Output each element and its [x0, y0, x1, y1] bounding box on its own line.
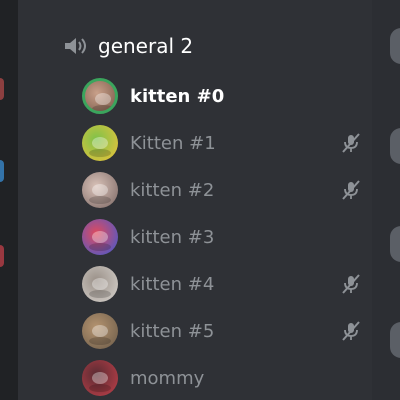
- avatar[interactable]: [390, 128, 400, 164]
- server-indicator: [0, 245, 4, 267]
- avatar-highlight: [92, 325, 108, 337]
- avatar-shade: [89, 196, 111, 204]
- avatar-highlight: [92, 231, 108, 243]
- avatar: [82, 266, 118, 302]
- voice-channel[interactable]: general 2: [62, 30, 193, 62]
- avatar-shade: [89, 149, 111, 157]
- avatar-highlight: [92, 137, 108, 149]
- voice-user-row[interactable]: kitten #2: [82, 170, 362, 210]
- voice-user-row[interactable]: kitten #3: [82, 217, 362, 257]
- mic-muted-icon: [340, 320, 362, 342]
- username: Kitten #1: [130, 132, 216, 154]
- avatar-highlight: [95, 93, 111, 105]
- avatar: [82, 313, 118, 349]
- avatar-shade: [89, 290, 111, 298]
- avatar: [82, 78, 118, 114]
- server-indicator: [0, 78, 4, 100]
- mic-muted-icon: [340, 179, 362, 201]
- avatar: [82, 125, 118, 161]
- avatar[interactable]: [390, 226, 400, 262]
- avatar-shade: [89, 337, 111, 345]
- avatar: [82, 219, 118, 255]
- voice-user-row[interactable]: Kitten #1: [82, 123, 362, 163]
- username: kitten #2: [130, 179, 215, 201]
- username: kitten #4: [130, 273, 215, 295]
- avatar[interactable]: [390, 322, 400, 358]
- username: kitten #5: [130, 320, 215, 342]
- mic-muted-icon: [340, 132, 362, 154]
- voice-user-row[interactable]: kitten #4: [82, 264, 362, 304]
- settings-icon[interactable]: [88, 0, 118, 6]
- avatar: [82, 172, 118, 208]
- voice-user-row[interactable]: mommy: [82, 358, 362, 398]
- username: kitten #0: [130, 85, 225, 107]
- speaker-icon: [62, 34, 88, 58]
- member-list-edge: [372, 0, 400, 400]
- server-indicator: [0, 160, 4, 182]
- voice-user-row[interactable]: kitten #0: [82, 76, 362, 116]
- avatar-highlight: [92, 184, 108, 196]
- voice-channel-name: general 2: [98, 34, 194, 58]
- username: kitten #3: [130, 226, 215, 248]
- username: mommy: [130, 367, 205, 389]
- avatar: [82, 360, 118, 396]
- avatar-shade: [89, 384, 111, 392]
- avatar-shade: [92, 105, 114, 111]
- mic-muted-icon: [340, 273, 362, 295]
- avatar-shade: [89, 243, 111, 251]
- server-rail: [0, 0, 18, 400]
- voice-user-row[interactable]: kitten #5: [82, 311, 362, 351]
- avatar-highlight: [92, 278, 108, 290]
- avatar[interactable]: [390, 28, 400, 64]
- avatar-highlight: [92, 372, 108, 384]
